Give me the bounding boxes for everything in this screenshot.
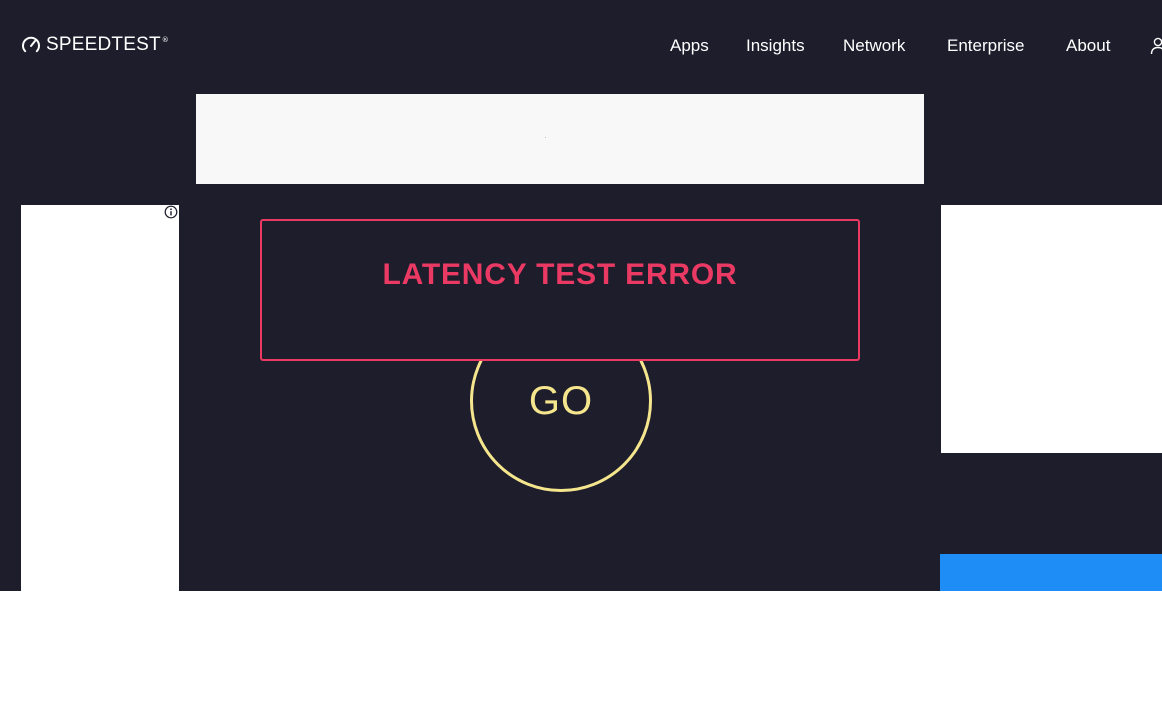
ad-loading-dot [545,137,546,138]
main-nav: Apps Insights Network Enterprise About [0,34,1162,58]
nav-item-apps[interactable]: Apps [670,34,709,58]
speedtest-app: SPEEDTEST ® Apps Insights Network Enterp… [0,0,1162,591]
nav-item-enterprise[interactable]: Enterprise [947,34,1024,58]
left-ad-skyscraper[interactable] [21,205,179,591]
right-promo-bar[interactable] [940,554,1162,591]
latency-error-dialog: LATENCY TEST ERROR [260,219,860,361]
nav-item-network[interactable]: Network [843,34,905,58]
nav-item-about[interactable]: About [1066,34,1110,58]
go-label: GO [528,378,594,423]
nav-item-insights[interactable]: Insights [746,34,805,58]
info-icon[interactable] [164,205,178,219]
user-icon[interactable] [1150,37,1162,55]
top-ad-banner[interactable] [196,94,924,184]
error-message: LATENCY TEST ERROR [382,258,738,291]
page-blank-area [0,591,1162,712]
right-ad-panel[interactable] [941,205,1162,453]
